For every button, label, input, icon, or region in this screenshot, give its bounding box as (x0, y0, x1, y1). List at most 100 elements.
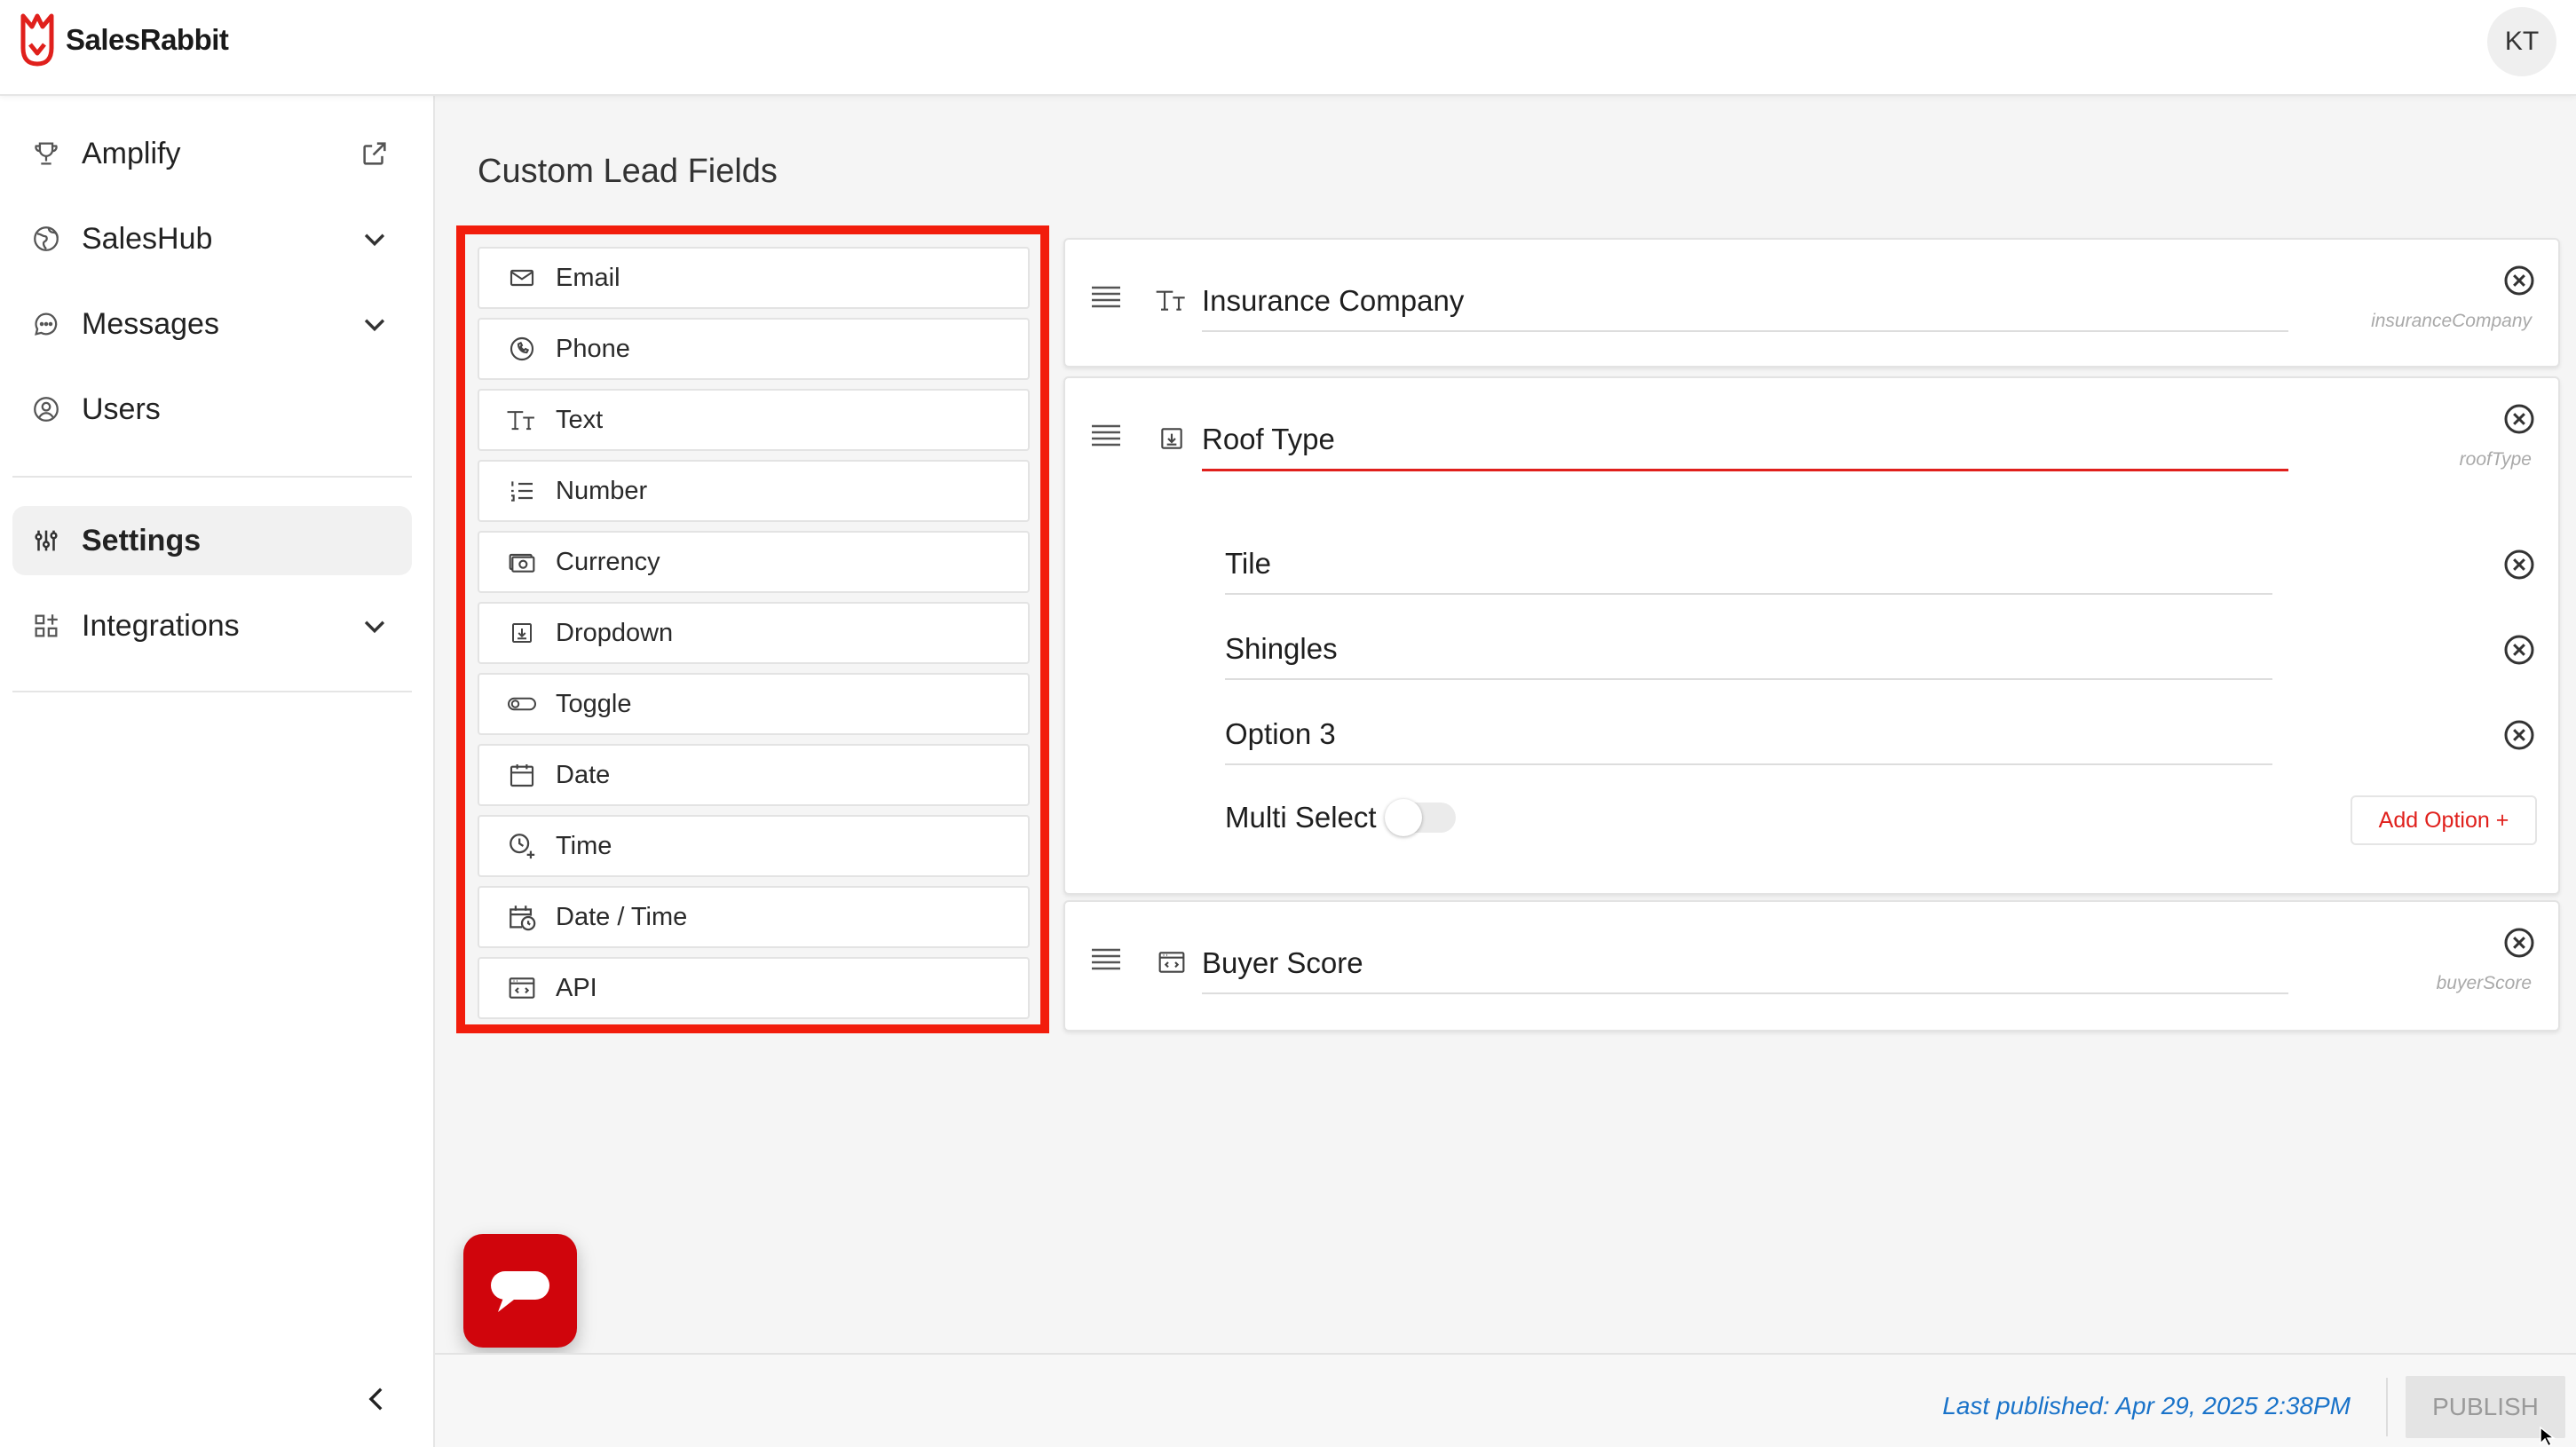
palette-item-label: Date / Time (556, 902, 688, 931)
sidebar-item-integrations[interactable]: Integrations (12, 591, 412, 660)
sidebar-item-label: Amplify (82, 136, 181, 170)
palette-item-email[interactable]: Email (478, 247, 1030, 309)
globe-icon (28, 221, 64, 257)
api-window-icon (1154, 945, 1189, 980)
remove-field-icon[interactable] (2501, 263, 2537, 298)
field-card-insurance-company[interactable]: Insurance Company insuranceCompany (1063, 238, 2560, 368)
toggle-knob (1385, 799, 1422, 836)
palette-item-dropdown[interactable]: Dropdown (478, 602, 1030, 664)
calendar-clock-icon (504, 899, 540, 935)
palette-item-phone[interactable]: Phone (478, 318, 1030, 380)
chat-bubble-icon (28, 306, 64, 342)
remove-field-icon[interactable] (2501, 401, 2537, 437)
top-bar: SalesRabbit KT (0, 0, 2576, 96)
palette-item-label: Phone (556, 334, 630, 363)
palette-item-api[interactable]: API (478, 957, 1030, 1019)
envelope-icon (504, 260, 540, 296)
phone-icon (504, 331, 540, 367)
field-card-roof-type[interactable]: Roof Type roofType Tile Shingles Option … (1063, 376, 2560, 895)
palette-item-text[interactable]: Text (478, 389, 1030, 451)
chevron-left-icon (368, 1388, 383, 1411)
palette-item-label: Date (556, 760, 611, 789)
option-input[interactable]: Option 3 (1225, 717, 2272, 765)
sidebar-item-label: SalesHub (82, 221, 213, 256)
calendar-icon (504, 757, 540, 793)
field-key: buyerScore (2436, 973, 2532, 993)
drag-handle-icon[interactable] (1090, 423, 1122, 449)
collapse-sidebar-button[interactable] (355, 1372, 399, 1426)
brand-name: SalesRabbit (66, 23, 229, 56)
chevron-down-icon[interactable] (355, 219, 394, 258)
add-option-button[interactable]: Add Option + (2351, 795, 2537, 845)
palette-item-label: Text (556, 405, 604, 434)
sidebar-item-amplify[interactable]: Amplify (12, 119, 412, 188)
footer-divider (2386, 1378, 2388, 1436)
multi-select-label: Multi Select (1225, 801, 1377, 834)
publish-footer: Last published: Apr 29, 2025 2:38PM PUBL… (435, 1353, 2576, 1447)
text-type-icon (504, 402, 540, 438)
field-name-input[interactable]: Roof Type (1202, 423, 2288, 471)
sidebar-item-settings[interactable]: Settings (12, 506, 412, 575)
palette-item-label: Toggle (556, 689, 632, 718)
option-input[interactable]: Tile (1225, 547, 2272, 595)
chevron-down-icon[interactable] (355, 606, 394, 645)
sidebar-item-messages[interactable]: Messages (12, 289, 412, 359)
chat-launcher-button[interactable] (463, 1234, 577, 1348)
toggle-icon (504, 686, 540, 722)
sidebar-item-label: Messages (82, 306, 219, 341)
dropdown-icon (504, 615, 540, 651)
palette-item-time[interactable]: Time (478, 815, 1030, 877)
remove-option-icon[interactable] (2501, 547, 2537, 582)
last-published-text: Last published: Apr 29, 2025 2:38PM (1942, 1392, 2351, 1419)
remove-option-icon[interactable] (2501, 717, 2537, 753)
text-type-icon (1154, 282, 1189, 318)
brand-logo[interactable]: SalesRabbit (18, 12, 229, 67)
palette-item-date-time[interactable]: Date / Time (478, 886, 1030, 948)
api-window-icon (504, 970, 540, 1006)
sidebar-item-label: Users (82, 391, 161, 426)
sidebar-item-users[interactable]: Users (12, 375, 412, 444)
palette-item-toggle[interactable]: Toggle (478, 673, 1030, 735)
sliders-icon (28, 523, 64, 558)
palette-item-label: Time (556, 831, 612, 860)
user-avatar[interactable]: KT (2487, 7, 2556, 76)
rabbit-logo-icon (20, 13, 54, 67)
field-key: insuranceCompany (2371, 311, 2532, 331)
field-card-buyer-score[interactable]: Buyer Score buyerScore (1063, 900, 2560, 1032)
sidebar-item-saleshub[interactable]: SalesHub (12, 204, 412, 273)
palette-item-label: API (556, 973, 597, 1002)
dropdown-icon (1154, 421, 1189, 456)
page-title: Custom Lead Fields (478, 153, 778, 190)
clock-plus-icon (504, 828, 540, 864)
palette-item-number[interactable]: Number (478, 460, 1030, 522)
drag-handle-icon[interactable] (1090, 946, 1122, 973)
field-key: roofType (2459, 449, 2532, 470)
drag-handle-icon[interactable] (1090, 284, 1122, 311)
field-name-input[interactable]: Buyer Score (1202, 946, 2288, 994)
user-circle-icon (28, 391, 64, 427)
mouse-cursor-icon (2540, 1426, 2556, 1447)
banknote-icon (504, 544, 540, 580)
palette-item-label: Currency (556, 547, 660, 576)
sidebar-item-label: Integrations (82, 608, 240, 643)
chat-bubble-icon (491, 1271, 549, 1312)
sidebar-item-label: Settings (82, 523, 201, 557)
remove-field-icon[interactable] (2501, 925, 2537, 961)
sidebar: Amplify SalesHub Messages Users Settings… (0, 96, 435, 1447)
multi-select-toggle[interactable] (1385, 799, 1456, 836)
remove-option-icon[interactable] (2501, 632, 2537, 668)
chevron-down-icon[interactable] (355, 304, 394, 344)
palette-item-label: Dropdown (556, 618, 674, 647)
numbered-list-icon (504, 473, 540, 509)
sidebar-divider (12, 691, 412, 692)
palette-item-label: Number (556, 476, 648, 505)
palette-item-currency[interactable]: Currency (478, 531, 1030, 593)
palette-item-label: Email (556, 263, 620, 292)
palette-item-date[interactable]: Date (478, 744, 1030, 806)
field-name-input[interactable]: Insurance Company (1202, 284, 2288, 332)
sidebar-divider (12, 476, 412, 478)
trophy-icon (28, 136, 64, 171)
option-input[interactable]: Shingles (1225, 632, 2272, 680)
grid-plus-icon (28, 608, 64, 644)
external-link-icon (355, 134, 394, 173)
